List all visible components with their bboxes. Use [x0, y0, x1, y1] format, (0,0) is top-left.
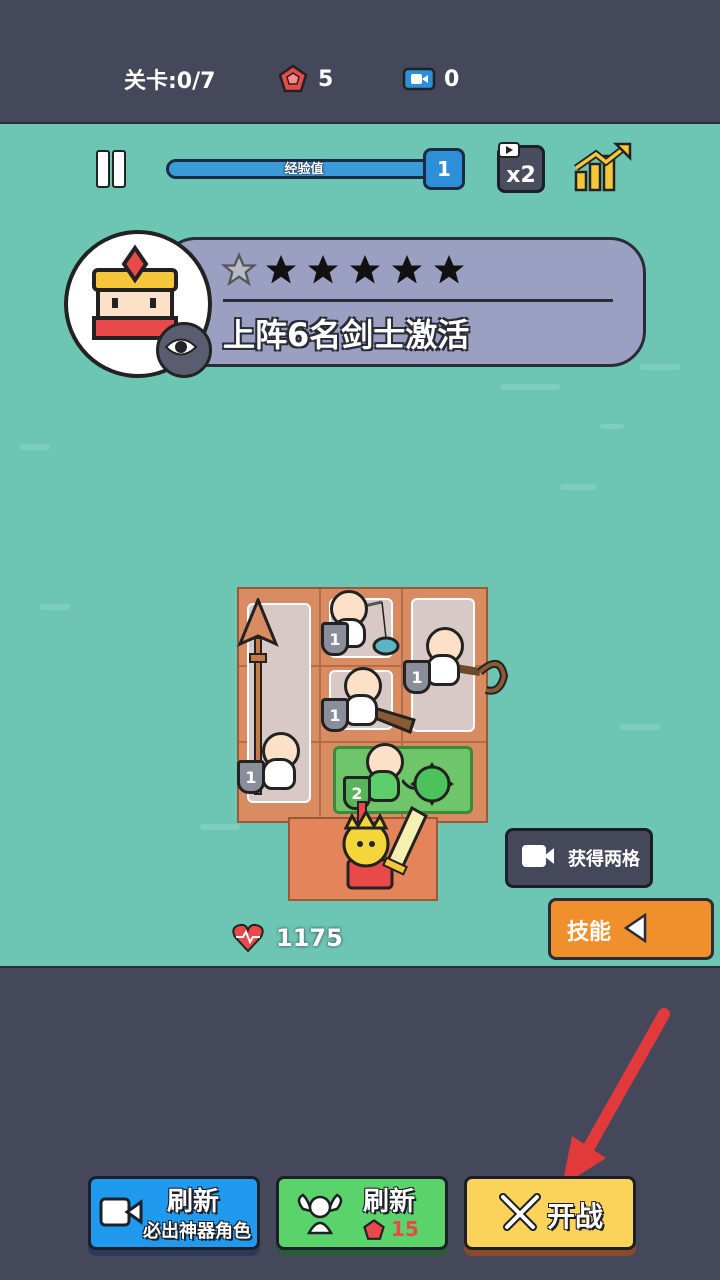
quest-stars: [221, 252, 467, 288]
star-icon: [221, 252, 257, 287]
skill-button[interactable]: 技能: [548, 898, 714, 960]
refresh-video-button[interactable]: 刷新 必出神器角色: [88, 1176, 260, 1250]
view-quest-button[interactable]: [156, 322, 212, 378]
unit-level-badge: 1: [403, 660, 431, 694]
ticket-counter: 0: [402, 62, 459, 96]
get-two-slots-button[interactable]: 获得两格: [505, 828, 653, 888]
angel-icon: [297, 1193, 343, 1235]
video-icon: [99, 1197, 143, 1227]
star-icon: [350, 255, 380, 284]
start-battle-button[interactable]: 开战: [464, 1176, 636, 1250]
skill-label: 技能: [567, 920, 612, 945]
star-icon: [434, 255, 464, 284]
top-bar: 关卡:0/7 5 0: [0, 0, 720, 125]
heart-pulse-icon: [232, 923, 264, 953]
star-icon: [266, 255, 296, 284]
xp-label: 经验值: [284, 162, 324, 177]
unit-level-badge: 1: [321, 698, 349, 732]
gem-icon: [363, 1219, 385, 1240]
quest-divider: [223, 299, 613, 302]
player-level-badge: 1: [423, 148, 465, 190]
hero-king-icon[interactable]: [322, 800, 432, 900]
video-ticket-icon: [402, 67, 436, 91]
ticket-count: 0: [444, 66, 460, 92]
arrow-left-icon: [623, 913, 647, 943]
eye-icon: [164, 338, 198, 356]
upgrade-stats-icon[interactable]: [572, 142, 634, 194]
quest-panel: 上阵6名剑士激活: [160, 237, 646, 367]
refresh-video-title: 刷新: [167, 1187, 220, 1217]
refresh-gem-cost: 15: [391, 1217, 419, 1241]
pause-icon-bar-right: [112, 150, 126, 188]
star-icon: [392, 255, 422, 284]
unit-level-badge: 1: [321, 622, 349, 656]
star-icon: [308, 255, 338, 284]
unit-body: [426, 654, 460, 686]
gem-count: 5: [318, 66, 334, 92]
unit-body: [344, 694, 378, 726]
stage-progress-label: 关卡:0/7: [124, 69, 216, 94]
pause-button[interactable]: [96, 150, 126, 188]
speed-x2-button[interactable]: x2: [497, 142, 545, 193]
xp-bar: 经验值: [166, 159, 442, 179]
gem-icon: [278, 64, 308, 93]
video-icon: [498, 142, 520, 158]
hp-value: 1175: [276, 924, 343, 952]
refresh-video-subtitle: 必出神器角色: [143, 1221, 251, 1242]
quest-text: 上阵6名剑士激活: [223, 316, 470, 354]
refresh-gem-title: 刷新: [363, 1187, 416, 1217]
unit-body: [366, 770, 400, 802]
speed-label: x2: [506, 163, 536, 188]
crossed-swords-icon: [499, 1193, 541, 1231]
pause-icon-bar-left: [96, 150, 110, 188]
video-icon: [522, 845, 554, 867]
start-battle-label: 开战: [547, 1200, 604, 1233]
gem-counter: 5: [278, 62, 333, 96]
unit-body: [262, 758, 296, 790]
unit-level-badge: 1: [237, 760, 265, 794]
player-hp: 1175: [232, 920, 343, 956]
stage-progress: 关卡:0/7: [124, 62, 215, 96]
tutorial-arrow-icon: [562, 1008, 670, 1186]
refresh-gem-button[interactable]: 刷新 15: [276, 1176, 448, 1250]
get-two-slots-label: 获得两格: [568, 849, 640, 870]
